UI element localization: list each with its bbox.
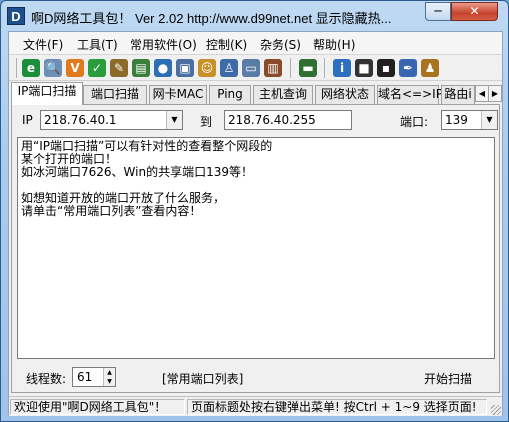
stepper-up-icon[interactable]: ▲	[104, 368, 115, 377]
chart-icon[interactable]: ▤	[132, 59, 150, 77]
search-user-icon[interactable]: ♙	[220, 59, 238, 77]
ip-from-value: 218.76.40.1	[44, 113, 117, 127]
ip-port-scan-panel: IP 218.76.40.1 ▼ 到 218.76.40.255 端口: 139…	[11, 104, 500, 393]
status-bar: 欢迎使用"啊D网络工具包"！ 页面标题处按右键弹出菜单! 按Ctrl + 1~9…	[9, 396, 502, 416]
output-line: 如冰河端口7626、Win的共享端口139等！	[21, 165, 253, 179]
window-title: 啊D网络工具包！ Ver 2.02 http://www.d99net.net …	[31, 11, 392, 26]
ip-to-field[interactable]: 218.76.40.255	[224, 110, 352, 130]
toolbar-separator	[324, 58, 325, 78]
output-line: 请单击“常用端口列表”查看内容！	[21, 204, 202, 218]
menu-help[interactable]: 帮助(H)	[313, 36, 355, 53]
port-combo[interactable]: 139 ▼	[441, 110, 498, 130]
app-icon[interactable]: D	[7, 7, 25, 25]
v-logo-icon[interactable]: V	[66, 59, 84, 77]
start-scan-button[interactable]: 开始扫描	[424, 370, 472, 387]
menu-tools[interactable]: 工具(T)	[77, 36, 118, 53]
tab-network-status[interactable]: 网络状态	[315, 85, 375, 104]
resize-grip-icon[interactable]	[491, 405, 501, 415]
tools-icon[interactable]: ✎	[110, 59, 128, 77]
threads-label: 线程数:	[26, 372, 67, 386]
screen-icon[interactable]: ■	[355, 59, 373, 77]
menu-misc[interactable]: 杂务(S)	[260, 36, 301, 53]
menu-common-software[interactable]: 常用软件(O)	[130, 36, 197, 53]
tab-nic-mac[interactable]: 网卡MAC	[149, 85, 207, 104]
users-icon[interactable]: ☺	[198, 59, 216, 77]
scan-controls: 线程数: 61 ▲ ▼ [常用端口列表] 开始扫描	[12, 364, 499, 390]
tab-ping[interactable]: Ping	[209, 85, 251, 104]
world-icon[interactable]: ●	[154, 59, 172, 77]
stepper-buttons[interactable]: ▲ ▼	[103, 368, 115, 386]
computers-icon[interactable]: ▭	[242, 59, 260, 77]
to-label: 到	[200, 115, 213, 129]
checkmark-icon[interactable]: ✓	[88, 59, 106, 77]
port-list-button[interactable]: [常用端口列表]	[162, 370, 243, 387]
toolbar-separator	[16, 58, 17, 78]
chevron-down-icon[interactable]: ▼	[166, 111, 182, 129]
tab-host-query[interactable]: 主机查询	[253, 85, 313, 104]
ip-to-value: 218.76.40.255	[228, 113, 316, 127]
monitor-icon[interactable]: ▥	[264, 59, 282, 77]
status-welcome: 欢迎使用"啊D网络工具包"！	[10, 399, 185, 415]
status-hint: 页面标题处按右键弹出菜单! 按Ctrl + 1~9 选择页面!	[187, 399, 487, 415]
chevron-down-icon[interactable]: ▼	[481, 111, 497, 129]
tab-strip: IP端口扫描 端口扫描 网卡MAC Ping 主机查询 网络状态 域名<=>IP…	[9, 82, 502, 105]
tab-port-scan[interactable]: 端口扫描	[83, 85, 147, 104]
toolbar: e 🔍 V ✓ ✎ ▤ ● ▣ ☺ ♙ ▭ ▥ ▬ i ■ ▪ ✒ ♟	[9, 55, 502, 81]
ie-globe-icon[interactable]: e	[22, 59, 40, 77]
menu-file[interactable]: 文件(F)	[23, 36, 63, 53]
tab-scroll-left-icon[interactable]: ◀	[475, 85, 489, 102]
network-pc-icon[interactable]: ▣	[176, 59, 194, 77]
console-icon[interactable]: ▪	[377, 59, 395, 77]
threads-value: 61	[77, 370, 93, 384]
menu-control[interactable]: 控制(K)	[206, 36, 247, 53]
toolbar-separator	[290, 58, 291, 78]
ip-label: IP	[22, 113, 33, 127]
tab-domain-ip[interactable]: 域名<=>IP	[377, 85, 443, 104]
terminal-icon[interactable]: ▬	[299, 59, 317, 77]
tab-route[interactable]: 路由i	[441, 85, 475, 104]
people-icon[interactable]: ♟	[421, 59, 439, 77]
stepper-down-icon[interactable]: ▼	[104, 377, 115, 386]
magnifier-icon[interactable]: 🔍	[44, 59, 62, 77]
info-icon[interactable]: i	[333, 59, 351, 77]
close-button[interactable]: ✕	[451, 2, 498, 21]
menu-bar: 文件(F) 工具(T) 常用软件(O) 控制(K) 杂务(S) 帮助(H)	[9, 32, 502, 55]
port-label: 端口:	[400, 115, 429, 129]
tab-scroll-right-icon[interactable]: ▶	[488, 85, 502, 102]
app-window: D 啊D网络工具包！ Ver 2.02 http://www.d99net.ne…	[0, 0, 509, 422]
scan-output-textarea[interactable]: 用“IP端口扫描”可以有针对性的查看整个网段的 某个打开的端口！ 如冰河端口76…	[17, 137, 495, 359]
title-bar[interactable]: D 啊D网络工具包！ Ver 2.02 http://www.d99net.ne…	[1, 1, 508, 31]
client-area: 文件(F) 工具(T) 常用软件(O) 控制(K) 杂务(S) 帮助(H) e …	[8, 31, 503, 416]
port-value: 139	[445, 113, 468, 127]
minimize-button[interactable]: ─	[425, 2, 451, 21]
ip-from-combo[interactable]: 218.76.40.1 ▼	[40, 110, 183, 130]
tab-ip-port-scan[interactable]: IP端口扫描	[11, 82, 83, 105]
threads-stepper[interactable]: 61 ▲ ▼	[72, 367, 116, 387]
pen-icon[interactable]: ✒	[399, 59, 417, 77]
